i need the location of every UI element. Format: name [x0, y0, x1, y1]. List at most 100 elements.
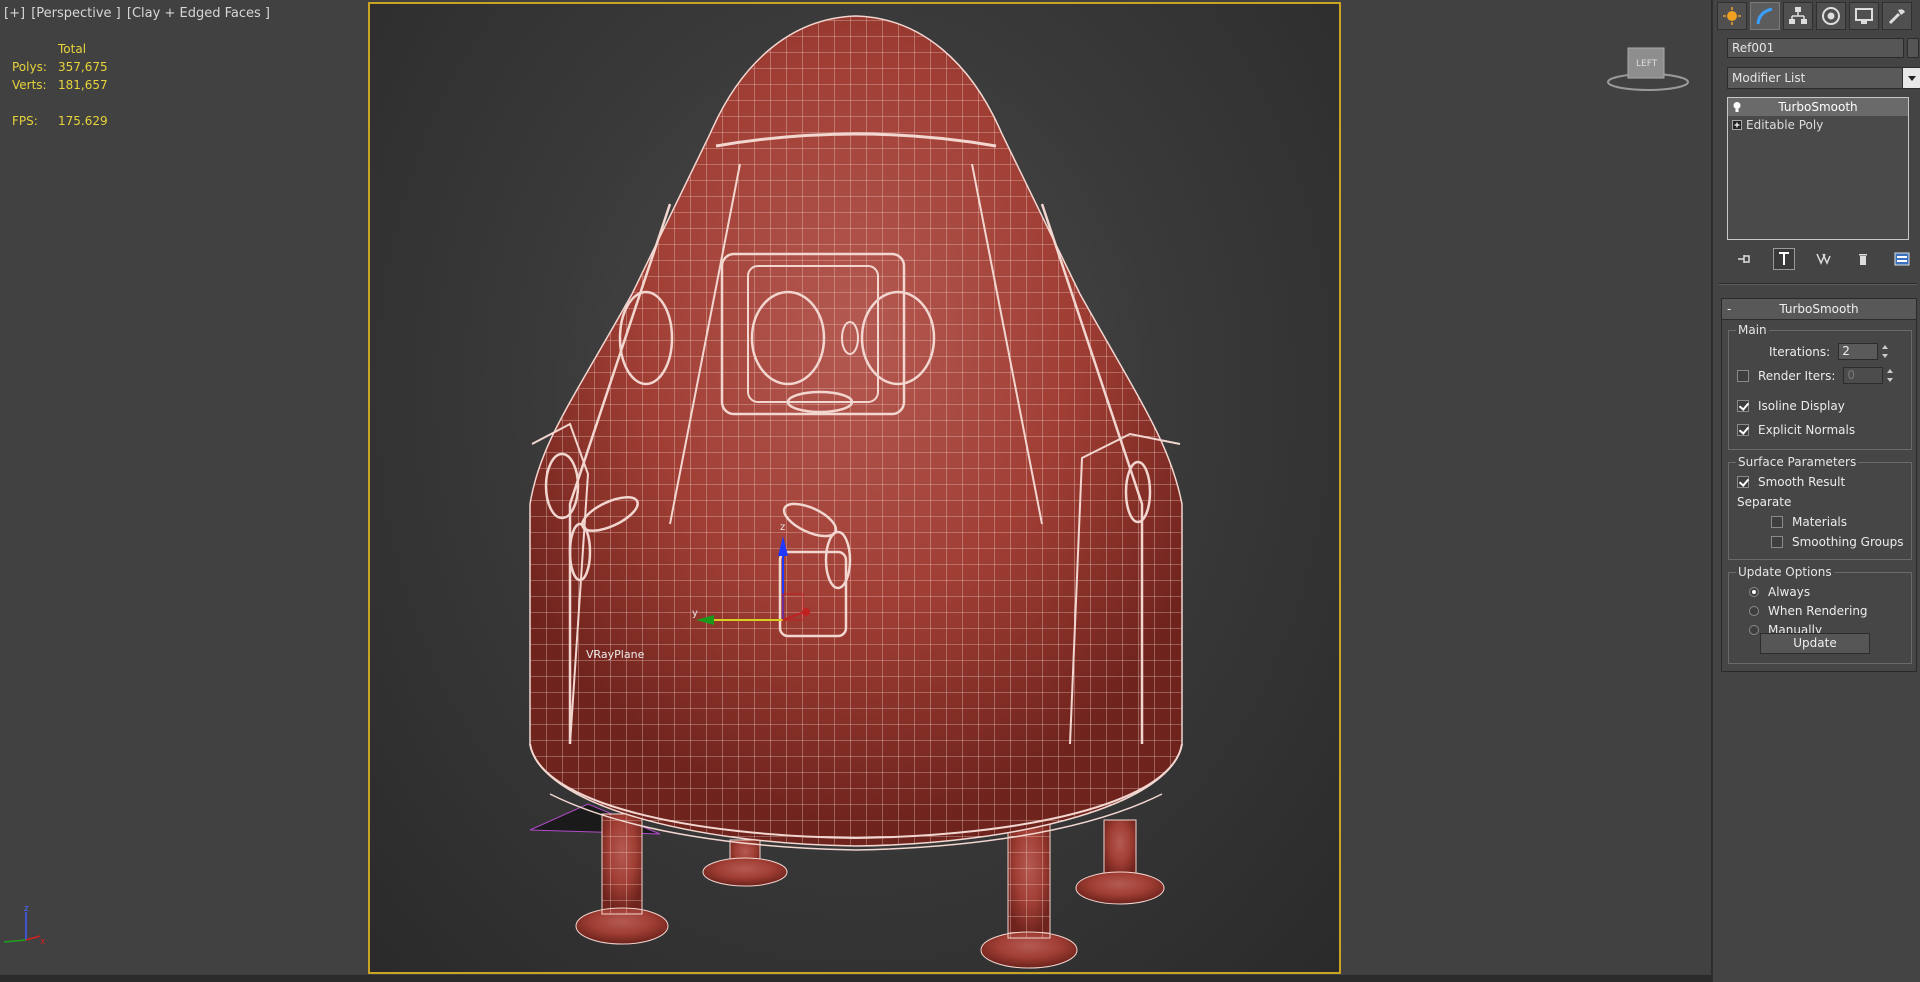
modify-tab[interactable] — [1750, 2, 1780, 30]
show-end-result-icon — [1778, 252, 1789, 265]
utilities-tab[interactable] — [1882, 2, 1912, 30]
spinner-arrows-icon[interactable] — [1885, 367, 1895, 384]
tripod-x-label: x — [40, 937, 46, 947]
display-tab[interactable] — [1849, 2, 1879, 30]
configure-sets-button[interactable] — [1891, 248, 1913, 270]
modify-icon — [1756, 7, 1773, 25]
render-iters-label: Render Iters: — [1758, 368, 1836, 383]
viewport-view-menu[interactable]: [Perspective ] — [31, 6, 121, 21]
capsule-model[interactable]: z y VRayPlane — [370, 4, 1341, 974]
create-icon — [1723, 7, 1741, 25]
stack-item-turbosmooth[interactable]: TurboSmooth — [1728, 98, 1908, 116]
materials-label: Materials — [1792, 515, 1848, 529]
rollout-header[interactable]: - TurboSmooth — [1722, 299, 1916, 320]
verts-value: 181,657 — [58, 78, 108, 92]
axis-tripod: z x — [3, 904, 46, 947]
when-rendering-label: When Rendering — [1768, 604, 1868, 618]
always-radio[interactable] — [1749, 587, 1759, 597]
object-name-field[interactable]: Ref001 — [1727, 38, 1904, 58]
iterations-spinner[interactable]: 2 — [1838, 343, 1890, 360]
iterations-label: Iterations: — [1769, 344, 1831, 359]
iterations-input[interactable]: 2 — [1838, 343, 1879, 360]
vray-plane-label: VRayPlane — [586, 648, 645, 661]
viewcube[interactable]: LEFT — [1606, 44, 1690, 94]
surface-group-title: Surface Parameters — [1736, 455, 1859, 469]
command-panel: Ref001 Modifier List TurboSmooth Editabl… — [1712, 0, 1920, 982]
smooth-result-row: Smooth Result — [1737, 475, 1845, 489]
isoline-display-checkbox[interactable] — [1737, 400, 1749, 412]
chevron-down-icon[interactable] — [1902, 68, 1920, 88]
make-unique-icon — [1816, 253, 1831, 265]
scene-statistics: Total Polys: 357,675 Verts: 181,657 FPS:… — [12, 40, 108, 130]
show-end-result-button[interactable] — [1772, 248, 1795, 270]
fps-row: FPS: 175.629 — [12, 112, 108, 130]
stats-header: Total — [58, 42, 87, 56]
rollout-title: TurboSmooth — [1779, 302, 1859, 316]
collapse-rollout-icon[interactable]: - — [1727, 299, 1731, 319]
hierarchy-tab[interactable] — [1783, 2, 1813, 30]
surface-parameters-group: Surface Parameters Smooth Result Separat… — [1728, 455, 1912, 560]
modifier-list-dropdown[interactable]: Modifier List — [1727, 67, 1920, 89]
status-strip — [0, 975, 1920, 982]
materials-checkbox[interactable] — [1771, 516, 1783, 528]
gizmo-z-label: z — [780, 522, 785, 533]
viewport-plus-menu[interactable]: [+] — [4, 6, 25, 21]
stack-toolbar — [1733, 248, 1913, 270]
polys-row: Polys: 357,675 — [12, 58, 108, 76]
update-button[interactable]: Update — [1760, 633, 1870, 654]
explicit-normals-checkbox[interactable] — [1737, 424, 1749, 436]
display-icon — [1855, 8, 1873, 24]
smoothing-groups-checkbox[interactable] — [1771, 536, 1783, 548]
modifier-list-label: Modifier List — [1732, 71, 1806, 85]
pin-stack-button[interactable] — [1733, 248, 1755, 270]
make-unique-button[interactable] — [1812, 248, 1834, 270]
separate-label-row: Separate — [1737, 495, 1791, 509]
stats-gap — [12, 94, 108, 112]
modifier-stack[interactable]: TurboSmooth Editable Poly — [1727, 97, 1909, 240]
smooth-result-label: Smooth Result — [1758, 475, 1846, 489]
viewport-shading-menu[interactable]: [Clay + Edged Faces ] — [127, 6, 270, 21]
isoline-display-label: Isoline Display — [1758, 399, 1845, 413]
when-rendering-row: When Rendering — [1749, 604, 1868, 618]
pin-icon — [1738, 255, 1750, 263]
smooth-result-checkbox[interactable] — [1737, 476, 1749, 488]
always-label: Always — [1768, 585, 1811, 599]
perspective-viewport[interactable]: [+] [Perspective ] [Clay + Edged Faces ]… — [0, 0, 1712, 975]
create-tab[interactable] — [1717, 2, 1747, 30]
explicit-normals-label: Explicit Normals — [1758, 423, 1856, 437]
turbosmooth-rollout: - TurboSmooth Main Iterations: 2 Render … — [1721, 298, 1917, 672]
stack-item-label: TurboSmooth — [1778, 100, 1858, 114]
capsule-body — [529, 15, 1183, 851]
render-iters-input[interactable]: 0 — [1843, 367, 1884, 384]
render-iters-row: Render Iters: 0 — [1737, 367, 1895, 384]
materials-row: Materials — [1771, 515, 1847, 529]
main-group-title: Main — [1736, 323, 1769, 337]
safe-frame: z y VRayPlane — [368, 2, 1341, 974]
lightbulb-icon[interactable] — [1728, 98, 1746, 116]
viewport-label[interactable]: [+] [Perspective ] [Clay + Edged Faces ] — [4, 6, 272, 21]
explicit-normals-row: Explicit Normals — [1737, 423, 1855, 437]
manually-radio[interactable] — [1749, 625, 1759, 635]
fps-value: 175.629 — [58, 114, 108, 128]
stack-item-label: Editable Poly — [1746, 118, 1824, 132]
smoothing-groups-row: Smoothing Groups — [1771, 535, 1903, 549]
render-iters-checkbox[interactable] — [1737, 369, 1749, 382]
object-color-swatch[interactable] — [1907, 38, 1919, 58]
gizmo-y-label: y — [692, 608, 698, 619]
update-group-title: Update Options — [1736, 565, 1834, 579]
motion-icon — [1822, 7, 1840, 25]
spinner-arrows-icon[interactable] — [1880, 343, 1890, 360]
when-rendering-radio[interactable] — [1749, 606, 1759, 616]
expand-plus-icon[interactable] — [1728, 116, 1746, 134]
verts-row: Verts: 181,657 — [12, 76, 108, 94]
panel-separator — [1719, 283, 1917, 285]
stack-item-editable-poly[interactable]: Editable Poly — [1728, 116, 1908, 134]
polys-value: 357,675 — [58, 60, 108, 74]
motion-tab[interactable] — [1816, 2, 1846, 30]
separate-label: Separate — [1737, 495, 1792, 509]
render-iters-spinner[interactable]: 0 — [1843, 367, 1895, 384]
utilities-icon — [1888, 9, 1905, 25]
hierarchy-icon — [1789, 7, 1807, 24]
isoline-row: Isoline Display — [1737, 399, 1845, 413]
remove-modifier-button[interactable] — [1852, 248, 1874, 270]
